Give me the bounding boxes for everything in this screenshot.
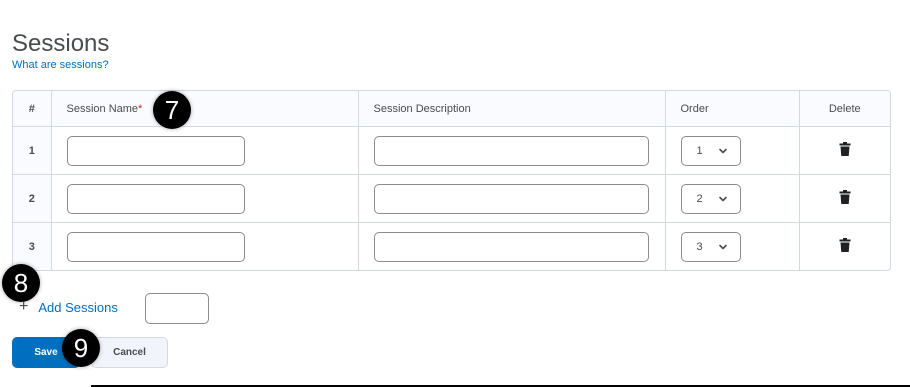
delete-cell [799,223,890,271]
session-name-input[interactable] [66,231,245,262]
session-description-input[interactable] [373,135,649,166]
trash-icon[interactable] [839,142,851,156]
chevron-down-icon [718,148,727,153]
order-cell: 1 [665,126,800,175]
session-name-input[interactable] [66,135,245,166]
column-header-session-name: Session Name* [51,91,359,127]
order-cell: 3 [665,222,800,270]
row-number: 3 [13,222,52,270]
column-header-session-description: Session Description [358,91,666,127]
order-select[interactable]: 1 [680,135,741,166]
session-description-cell [358,222,666,270]
row-number: 1 [13,126,52,175]
cancel-button[interactable]: Cancel [91,337,168,368]
column-header-order: Order [665,91,800,127]
session-description-cell [358,174,666,223]
table-row: 3 3 [13,222,890,271]
table-row: 1 1 [13,126,890,175]
chevron-down-icon [718,244,727,249]
session-name-cell [51,126,359,175]
trash-icon[interactable] [839,238,851,252]
sessions-table: # Session Name* Session Description Orde… [12,90,891,271]
table-header-row: # Session Name* Session Description Orde… [13,91,890,127]
help-link[interactable]: What are sessions? [12,59,109,71]
column-header-number: # [13,91,52,127]
column-header-session-name-label: Session Name [66,102,139,115]
session-name-input[interactable] [66,183,245,214]
trash-icon[interactable] [839,190,851,204]
delete-cell [799,126,890,175]
order-select-value: 2 [696,192,703,205]
callout-badge-8: 8 [2,264,40,302]
chevron-down-icon [718,196,727,201]
page-title: Sessions [12,30,110,58]
add-sessions-button[interactable]: + Add Sessions [19,299,118,315]
row-number: 2 [13,174,52,223]
table-row: 2 2 [13,174,890,223]
add-sessions-count-input[interactable] [145,293,209,324]
session-description-cell [358,126,666,175]
callout-badge-9: 9 [62,329,100,367]
order-select-value: 3 [696,240,703,253]
order-select-value: 1 [696,144,703,157]
add-sessions-label: Add Sessions [38,299,118,315]
session-name-cell [51,174,359,223]
session-description-input[interactable] [373,231,649,262]
order-select[interactable]: 2 [680,183,741,214]
required-indicator: * [138,102,143,115]
delete-cell [799,174,890,223]
session-description-input[interactable] [373,183,649,214]
callout-badge-7: 7 [153,91,191,129]
column-header-delete: Delete [799,91,890,127]
order-cell: 2 [665,174,800,223]
session-name-cell [51,222,359,270]
order-select[interactable]: 3 [680,231,741,262]
